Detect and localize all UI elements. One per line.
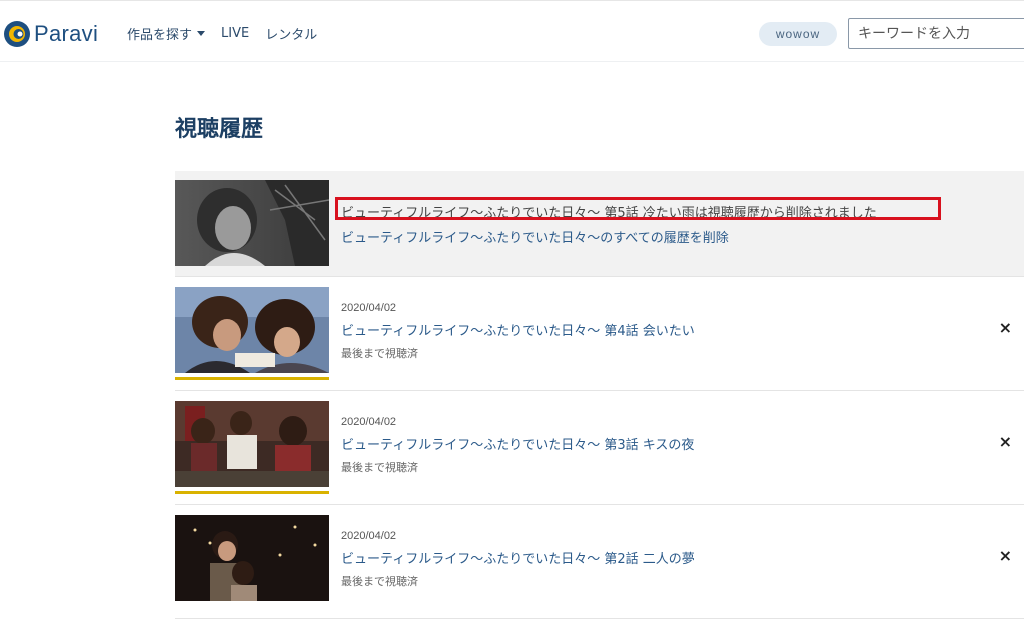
search-input[interactable] bbox=[848, 18, 1024, 49]
chevron-down-icon bbox=[197, 31, 206, 36]
watch-date: 2020/04/02 bbox=[341, 416, 397, 428]
episode-thumbnail bbox=[175, 180, 329, 266]
history-row[interactable]: 2020/04/02 ビューティフルライフ〜ふたりでいた日々〜 第3話 キスの夜… bbox=[175, 391, 1024, 505]
paravi-logo-icon bbox=[4, 21, 30, 47]
remove-history-button[interactable]: × bbox=[999, 318, 1012, 337]
episode-thumbnail[interactable] bbox=[175, 515, 329, 601]
history-row[interactable]: 2020/04/02 ビューティフルライフ〜ふたりでいた日々〜 第4話 会いたい… bbox=[175, 277, 1024, 391]
remove-history-button[interactable]: × bbox=[999, 432, 1012, 451]
nav-browse[interactable]: 作品を探す bbox=[127, 24, 206, 43]
delete-all-history-link[interactable]: ビューティフルライフ〜ふたりでいた日々〜のすべての履歴を削除 bbox=[341, 227, 729, 246]
episode-thumbnail[interactable] bbox=[175, 401, 329, 487]
watch-date: 2020/04/02 bbox=[341, 302, 397, 314]
episode-title-link[interactable]: ビューティフルライフ〜ふたりでいた日々〜 第4話 会いたい bbox=[341, 320, 695, 339]
main-nav: 作品を探す LIVE レンタル bbox=[127, 24, 333, 43]
episode-thumbnail[interactable] bbox=[175, 287, 329, 373]
nav-rental[interactable]: レンタル bbox=[265, 24, 317, 43]
episode-title-link[interactable]: ビューティフルライフ〜ふたりでいた日々〜 第2話 二人の夢 bbox=[341, 548, 695, 567]
watch-progress-bar bbox=[175, 377, 329, 380]
deleted-history-row: ビューティフルライフ〜ふたりでいた日々〜 第5話 冷たい雨は視聴履歴から削除され… bbox=[175, 171, 1024, 277]
watch-status: 最後まで視聴済 bbox=[341, 347, 418, 360]
highlight-annotation bbox=[335, 197, 941, 220]
watch-date: 2020/04/02 bbox=[341, 530, 397, 542]
nav-browse-label: 作品を探す bbox=[127, 28, 193, 43]
logo-text: Paravi bbox=[34, 21, 99, 46]
watch-status: 最後まで視聴済 bbox=[341, 461, 418, 474]
nav-live[interactable]: LIVE bbox=[221, 26, 249, 41]
page-title: 視聴履歴 bbox=[175, 117, 264, 142]
top-divider bbox=[0, 0, 1024, 6]
watch-progress-bar bbox=[175, 491, 329, 494]
history-row[interactable]: 2020/04/02 ビューティフルライフ〜ふたりでいた日々〜 第2話 二人の夢… bbox=[175, 505, 1024, 619]
episode-title-link[interactable]: ビューティフルライフ〜ふたりでいた日々〜 第3話 キスの夜 bbox=[341, 434, 694, 453]
remove-history-button[interactable]: × bbox=[999, 546, 1012, 565]
site-header: Paravi 作品を探す LIVE レンタル wowow bbox=[0, 0, 1024, 62]
paravi-logo[interactable]: Paravi bbox=[3, 20, 98, 48]
wowow-button[interactable]: wowow bbox=[759, 22, 837, 46]
